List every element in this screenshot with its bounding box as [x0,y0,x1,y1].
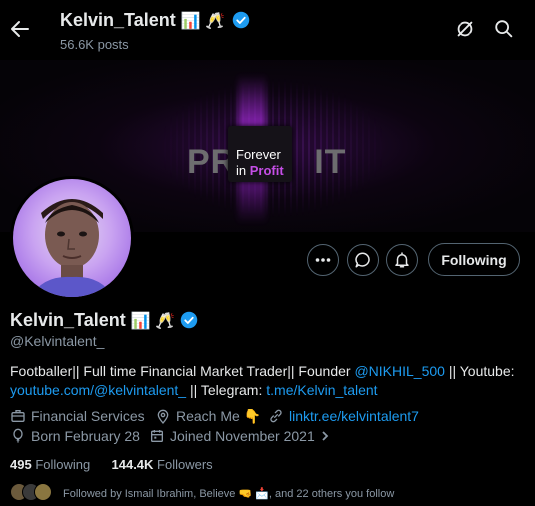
profile-emoji: 📊 🥂 [130,313,176,330]
header-name: Kelvin_Talent [60,10,176,30]
banner-line-1: Forever [236,147,281,162]
profile-joined[interactable]: Joined November 2021 [149,428,336,444]
location-pin-icon [157,409,169,424]
avatar-image [13,179,131,297]
search-icon[interactable] [493,18,515,40]
balloon-icon [13,428,23,443]
following-link[interactable]: 495 Following [10,457,90,472]
profile-website[interactable]: linktr.ee/kelvintalent7 [268,408,419,424]
back-arrow-icon[interactable] [10,18,30,40]
mention-link[interactable]: @NIKHIL_500 [354,363,444,379]
profile-name: Kelvin_Talent 📊 🥂 [10,310,198,331]
profile-bio: Footballer|| Full time Financial Market … [10,363,515,398]
follow-counts: 495 Following 144.4K Followers [10,457,213,472]
verified-badge-icon [180,311,198,329]
profile-display-name: Kelvin_Talent [10,310,126,330]
ellipsis-icon [315,258,331,262]
banner-line-2: in Profit [236,163,284,178]
notifications-button[interactable] [386,244,418,276]
briefcase-icon [11,410,25,422]
bell-icon [395,252,409,268]
profile-handle: @Kelvintalent_ [10,333,105,349]
youtube-link[interactable]: youtube.com/@kelvintalent_ [10,382,186,398]
chevron-right-icon [322,431,329,441]
more-options-button[interactable] [307,244,339,276]
calendar-icon [151,430,163,442]
profile-category: Financial Services [10,408,145,424]
telegram-link[interactable]: t.me/Kelvin_talent [266,382,377,398]
header-title: Kelvin_Talent 📊 🥂 [60,10,250,31]
verified-badge-icon [232,11,250,29]
avatar[interactable] [10,176,134,300]
link-icon [270,409,282,423]
profile-birthday: Born February 28 [10,428,140,444]
following-button[interactable]: Following [428,243,520,276]
translate-icon[interactable] [454,18,476,40]
profile-location: Reach Me 👇 [155,408,261,425]
message-icon [355,252,370,268]
header-emoji: 📊 🥂 [180,13,226,30]
followed-by-text[interactable]: Followed by Ismail Ibrahim, Believe 🤜 📩,… [63,487,394,500]
message-button[interactable] [347,244,379,276]
followers-link[interactable]: 144.4K Followers [112,457,213,472]
follower-avatar [34,483,52,501]
post-count: 56.6K posts [60,37,129,52]
